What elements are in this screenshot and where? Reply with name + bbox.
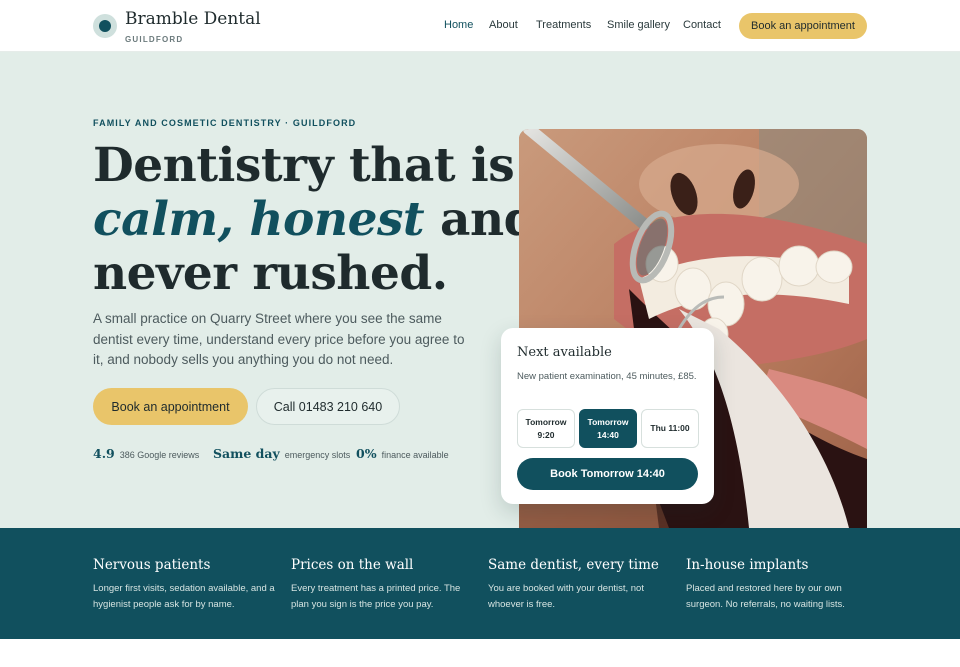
feature-title: Prices on the wall: [291, 557, 414, 573]
slot-day: Tomorrow: [525, 416, 567, 427]
time-slot-option-selected[interactable]: Tomorrow 14:40: [579, 409, 637, 448]
slot-day: Tomorrow: [587, 416, 629, 427]
site-header: Bramble Dental GUILDFORD Home About Trea…: [0, 0, 960, 52]
features-band: Nervous patients Longer first visits, se…: [0, 528, 960, 639]
feature-title: Same dentist, every time: [488, 557, 659, 573]
booking-card: Next available New patient examination, …: [501, 328, 714, 504]
stat-label: 386 Google reviews: [119, 450, 200, 460]
stat-emergency: Same day emergency slots: [213, 446, 350, 461]
stat-label: emergency slots: [284, 450, 351, 460]
headline-emphasis: calm, honest: [93, 192, 425, 247]
booking-description: New patient examination, 45 minutes, £85…: [517, 371, 697, 382]
headline-line-3: never rushed.: [93, 246, 448, 301]
nav-smile-gallery[interactable]: Smile gallery: [607, 19, 670, 31]
booking-title: Next available: [517, 345, 612, 360]
nav-contact[interactable]: Contact: [683, 19, 721, 31]
feature-text: Every treatment has a printed price. The…: [291, 583, 461, 610]
slot-day: Thu: [650, 423, 666, 433]
header-book-button[interactable]: Book an appointment: [739, 13, 867, 39]
slot-time: 9:20: [537, 429, 555, 440]
book-slot-button[interactable]: Book Tomorrow 14:40: [517, 458, 698, 490]
stat-reviews: 4.9 386 Google reviews: [93, 446, 199, 461]
feature-text: Longer first visits, sedation available,…: [93, 583, 275, 610]
brand-location: GUILDFORD: [125, 35, 184, 44]
stat-finance: 0% finance available: [356, 446, 449, 461]
stat-value: 4.9: [93, 446, 115, 461]
nav-treatments[interactable]: Treatments: [536, 19, 591, 31]
brand-name[interactable]: Bramble Dental: [125, 9, 261, 29]
slot-time: 14:40: [597, 429, 619, 440]
book-appointment-button[interactable]: Book an appointment: [93, 388, 248, 425]
feature-nervous-patients: Nervous patients Longer first visits, se…: [93, 557, 278, 612]
hero-lead: A small practice on Quarry Street where …: [93, 311, 465, 367]
headline-line-2: calm, honest and: [93, 192, 537, 247]
time-slot-option[interactable]: Thu 11:00: [641, 409, 699, 448]
nav-home[interactable]: Home: [444, 19, 473, 31]
feature-title: Nervous patients: [93, 557, 211, 573]
feature-prices: Prices on the wall Every treatment has a…: [291, 557, 476, 612]
feature-title: In-house implants: [686, 557, 809, 573]
feature-implants: In-house implants Placed and restored he…: [686, 557, 871, 612]
feature-text: You are booked with your dentist, not wh…: [488, 583, 644, 610]
feature-text: Placed and restored here by our own surg…: [686, 583, 845, 610]
time-slot-option[interactable]: Tomorrow 9:20: [517, 409, 575, 448]
nav-about[interactable]: About: [489, 19, 518, 31]
slot-time: 11:00: [668, 423, 690, 433]
headline-line-1: Dentistry that is: [93, 138, 515, 193]
feature-same-dentist: Same dentist, every time You are booked …: [488, 557, 673, 612]
stat-label: finance available: [381, 450, 449, 460]
logo-icon[interactable]: [93, 14, 117, 38]
hero-section: FAMILY AND COSMETIC DENTISTRY · GUILDFOR…: [0, 52, 960, 528]
call-button[interactable]: Call 01483 210 640: [256, 388, 400, 425]
hero-eyebrow: FAMILY AND COSMETIC DENTISTRY · GUILDFOR…: [93, 118, 357, 128]
stat-value: 0%: [356, 446, 377, 461]
slot-day-time: Thu 11:00: [650, 422, 689, 435]
hero-headline: Dentistry that is calm, honest and never…: [93, 138, 537, 301]
stat-value: Same day: [213, 446, 280, 461]
